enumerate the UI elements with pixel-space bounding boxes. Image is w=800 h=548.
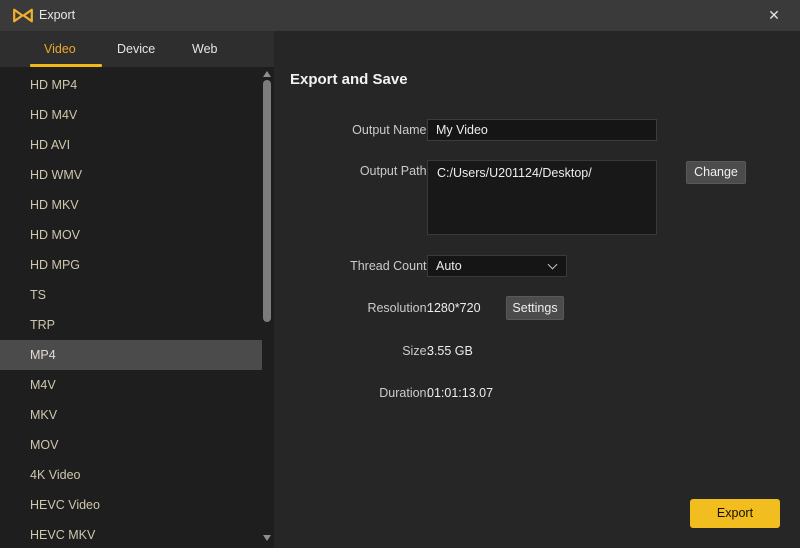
sidebar-scrollbar	[262, 67, 272, 548]
output-name-input[interactable]	[427, 119, 657, 141]
list-item-mp4[interactable]: MP4	[0, 340, 262, 370]
thread-count-value: Auto	[436, 259, 462, 273]
list-item-hd-mp4[interactable]: HD MP4	[0, 70, 262, 100]
list-item-hd-m4v[interactable]: HD M4V	[0, 100, 262, 130]
list-item-hd-mpg[interactable]: HD MPG	[0, 250, 262, 280]
tab-bar: Video Device Web	[0, 31, 274, 67]
size-label: Size:	[300, 340, 430, 362]
resolution-label: Resolution:	[300, 297, 430, 320]
format-sidebar: HD MP4HD M4VHD AVIHD WMVHD MKVHD MOVHD M…	[0, 67, 274, 548]
list-item-hevc-video[interactable]: HEVC Video	[0, 490, 262, 520]
window-title: Export	[39, 0, 75, 31]
tab-web[interactable]: Web	[192, 31, 217, 67]
export-button[interactable]: Export	[690, 499, 780, 528]
list-item-hd-mkv[interactable]: HD MKV	[0, 190, 262, 220]
thread-count-dropdown[interactable]: Auto	[427, 255, 567, 277]
scroll-down-icon[interactable]	[263, 535, 271, 541]
thread-count-label: Thread Count:	[300, 255, 430, 277]
list-item-hd-wmv[interactable]: HD WMV	[0, 160, 262, 190]
tab-video[interactable]: Video	[44, 31, 76, 67]
duration-value: 01:01:13.07	[427, 382, 493, 404]
output-path-box[interactable]: C:/Users/U201124/Desktop/	[427, 160, 657, 235]
list-item-hd-mov[interactable]: HD MOV	[0, 220, 262, 250]
list-item-mkv[interactable]: MKV	[0, 400, 262, 430]
change-path-button[interactable]: Change	[686, 161, 746, 184]
list-item-trp[interactable]: TRP	[0, 310, 262, 340]
chevron-down-icon	[548, 260, 558, 270]
output-name-label: Output Name:	[300, 119, 430, 141]
list-item-4k-video[interactable]: 4K Video	[0, 460, 262, 490]
app-logo-icon	[12, 6, 34, 25]
size-value: 3.55 GB	[427, 340, 473, 362]
list-item-hevc-mkv[interactable]: HEVC MKV	[0, 520, 262, 548]
export-dialog: Export ✕ Video Device Web HD MP4HD M4VHD…	[0, 0, 800, 548]
duration-label: Duration:	[300, 382, 430, 404]
tab-device[interactable]: Device	[117, 31, 155, 67]
panel-heading: Export and Save	[290, 71, 408, 88]
list-item-mov[interactable]: MOV	[0, 430, 262, 460]
scroll-up-icon[interactable]	[263, 71, 271, 77]
list-item-hd-avi[interactable]: HD AVI	[0, 130, 262, 160]
export-settings-panel: Export and Save Output Name: Output Path…	[274, 31, 800, 548]
close-icon[interactable]: ✕	[760, 0, 788, 31]
resolution-settings-button[interactable]: Settings	[506, 296, 564, 320]
format-list: HD MP4HD M4VHD AVIHD WMVHD MKVHD MOVHD M…	[0, 70, 262, 548]
title-bar: Export ✕	[0, 0, 800, 31]
resolution-value: 1280*720	[427, 297, 481, 320]
list-item-ts[interactable]: TS	[0, 280, 262, 310]
scrollbar-thumb[interactable]	[263, 80, 271, 322]
output-path-label: Output Path:	[300, 160, 430, 182]
list-item-m4v[interactable]: M4V	[0, 370, 262, 400]
